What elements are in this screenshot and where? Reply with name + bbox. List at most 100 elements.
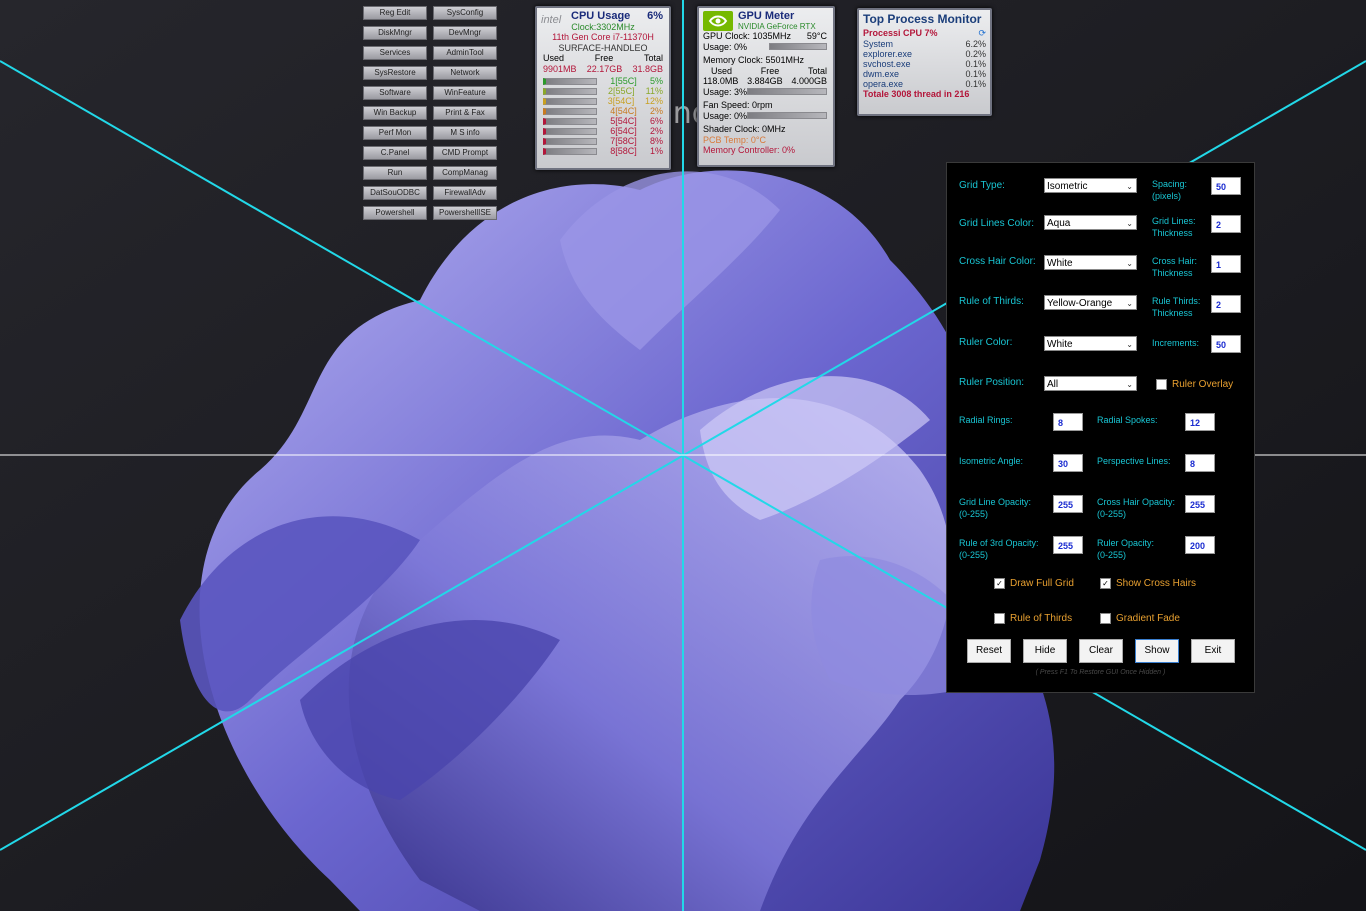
tpm-process-list: System 6.2% explorer.exe 0.2% svchost.exe 0.1… xyxy=(859,39,990,89)
cpu-core-pct: 1% xyxy=(649,146,663,156)
grid-thickness-input[interactable]: 2 xyxy=(1211,215,1241,233)
tpm-header: Processi CPU 7% xyxy=(863,28,938,38)
checkbox-box[interactable] xyxy=(1100,613,1111,624)
clear-button[interactable]: Clear xyxy=(1079,639,1123,663)
cpu-core-pct: 11% xyxy=(645,86,663,96)
shortcut-button[interactable]: Run xyxy=(363,166,427,180)
cpu-core-row: 7[58C] 8% xyxy=(537,136,669,146)
rule-of-thirds-color-select[interactable]: Yellow-Orange ⌄ xyxy=(1044,295,1137,310)
cpu-core-pct: 6% xyxy=(649,116,663,126)
shortcut-button[interactable]: DatSouODBC xyxy=(363,186,427,200)
cpu-core-bar xyxy=(543,87,597,95)
cpu-core-label: 7[58C] xyxy=(610,136,637,146)
shortcut-button[interactable]: DevMngr xyxy=(433,26,497,40)
ruler-opacity-input[interactable]: 200 xyxy=(1185,536,1215,554)
shortcut-button[interactable]: SysConfig xyxy=(433,6,497,20)
cpu-core-bar xyxy=(543,127,597,135)
ruler-overlay-checkbox[interactable]: Ruler Overlay xyxy=(1156,379,1233,390)
checkbox-checked[interactable]: ✓ xyxy=(1100,578,1111,589)
nvidia-logo-icon xyxy=(703,10,733,31)
ruler-color-label: Ruler Color: xyxy=(959,337,1013,348)
tpm-process-row: explorer.exe 0.2% xyxy=(859,49,990,59)
shortcut-button[interactable]: Services xyxy=(363,46,427,60)
checkbox-box[interactable] xyxy=(1156,379,1167,390)
show-button[interactable]: Show xyxy=(1135,639,1179,663)
cpu-usage-value: 6% xyxy=(647,10,663,22)
spacing-input[interactable]: 50 xyxy=(1211,177,1241,195)
shortcut-button[interactable]: AdminTool xyxy=(433,46,497,60)
tpm-process-row: System 6.2% xyxy=(859,39,990,49)
radial-rings-label: Radial Rings: xyxy=(959,415,1013,425)
grid-color-label: Grid Lines Color: xyxy=(959,218,1035,229)
shortcut-button[interactable]: M S info xyxy=(433,126,497,140)
cpu-core-pct: 2% xyxy=(649,126,663,136)
cpu-core-bar xyxy=(543,117,597,125)
cpu-col-total: Total xyxy=(643,53,663,63)
shortcut-button[interactable]: PowershellISE xyxy=(433,206,497,220)
shortcut-button[interactable]: C.Panel xyxy=(363,146,427,160)
crosshair-thickness-input[interactable]: 1 xyxy=(1211,255,1241,273)
shortcut-button[interactable]: SysRestore xyxy=(363,66,427,80)
cpu-core-row: 2[55C] 11% xyxy=(537,86,669,96)
cpu-mem-used: 9901MB xyxy=(543,63,577,74)
cpu-host: SURFACE-HANDLEO xyxy=(558,42,648,53)
cpu-col-used: Used xyxy=(543,53,565,63)
cpu-core-row: 8[58C] 1% xyxy=(537,146,669,156)
rule-of-thirds-color-label: Rule of Thirds: xyxy=(959,296,1024,307)
cpu-core-label: 8[58C] xyxy=(610,146,637,156)
gpu-memory-controller: Memory Controller: 0% xyxy=(703,145,796,155)
crosshair-color-select[interactable]: White ⌄ xyxy=(1044,255,1137,270)
shortcut-button[interactable]: WinFeature xyxy=(433,86,497,100)
grid-color-select[interactable]: Aqua ⌄ xyxy=(1044,215,1137,230)
shortcut-button[interactable]: Network xyxy=(433,66,497,80)
refresh-icon[interactable]: ⟳ xyxy=(978,28,986,39)
perspective-lines-input[interactable]: 8 xyxy=(1185,454,1215,472)
draw-full-grid-checkbox[interactable]: ✓ Draw Full Grid xyxy=(994,578,1074,589)
cpu-core-row: 3[54C] 12% xyxy=(537,96,669,106)
shortcut-button[interactable]: Print & Fax xyxy=(433,106,497,120)
increments-input[interactable]: 50 xyxy=(1211,335,1241,353)
gpu-mem-usage-bar xyxy=(747,88,827,96)
rule-thirds-thickness-input[interactable]: 2 xyxy=(1211,295,1241,313)
grid-opacity-input[interactable]: 255 xyxy=(1053,495,1083,513)
shortcut-button[interactable]: Perf Mon xyxy=(363,126,427,140)
grid-type-select[interactable]: Isometric ⌄ xyxy=(1044,178,1137,193)
show-cross-hairs-checkbox[interactable]: ✓ Show Cross Hairs xyxy=(1100,578,1196,589)
reset-button[interactable]: Reset xyxy=(967,639,1011,663)
ruler-position-select[interactable]: All ⌄ xyxy=(1044,376,1137,391)
cpu-mem-total: 31.8GB xyxy=(632,63,663,74)
shortcut-button[interactable]: Powershell xyxy=(363,206,427,220)
radial-spokes-input[interactable]: 12 xyxy=(1185,413,1215,431)
cpu-core-label: 3[54C] xyxy=(607,96,635,106)
cpu-core-pct: 2% xyxy=(649,106,663,116)
gradient-fade-checkbox[interactable]: Gradient Fade xyxy=(1100,613,1180,624)
cpu-core-label: 1[55C] xyxy=(610,76,637,86)
shortcut-button[interactable]: CompManag xyxy=(433,166,497,180)
cpu-core-list: 1[55C] 5% 2[55C] 11% 3[54C] 12% 4[54C] 2% 5[54C]… xyxy=(537,76,669,156)
crosshair-opacity-input[interactable]: 255 xyxy=(1185,495,1215,513)
ruler-color-select[interactable]: White ⌄ xyxy=(1044,336,1137,351)
gpu-usage: Usage: 0% xyxy=(703,41,748,52)
shortcut-button[interactable]: FirewallAdv xyxy=(433,186,497,200)
thirds-opacity-input[interactable]: 255 xyxy=(1053,536,1083,554)
gpu-col-total: Total xyxy=(807,65,827,76)
shortcut-button[interactable]: Software xyxy=(363,86,427,100)
shortcut-button[interactable]: Reg Edit xyxy=(363,6,427,20)
shortcut-button[interactable]: Win Backup xyxy=(363,106,427,120)
rule-of-thirds-checkbox[interactable]: Rule of Thirds xyxy=(994,613,1072,624)
grid-type-label: Grid Type: xyxy=(959,180,1005,191)
shortcut-button[interactable]: DiskMngr xyxy=(363,26,427,40)
process-cpu-pct: 0.1% xyxy=(965,58,986,69)
tpm-process-row: dwm.exe 0.1% xyxy=(859,69,990,79)
grid-settings-panel: Grid Type: Isometric ⌄ Spacing: (pixels) 5… xyxy=(946,162,1255,693)
gpu-usage-bar xyxy=(769,43,827,51)
exit-button[interactable]: Exit xyxy=(1191,639,1235,663)
shortcut-button[interactable]: CMD Prompt xyxy=(433,146,497,160)
checkbox-box[interactable] xyxy=(994,613,1005,624)
gpu-fan-usage: Usage: 0% xyxy=(703,110,748,121)
isometric-angle-input[interactable]: 30 xyxy=(1053,454,1083,472)
checkbox-checked[interactable]: ✓ xyxy=(994,578,1005,589)
radial-rings-input[interactable]: 8 xyxy=(1053,413,1083,431)
hide-button[interactable]: Hide xyxy=(1023,639,1067,663)
gpu-clock: GPU Clock: 1035MHz xyxy=(703,31,792,41)
